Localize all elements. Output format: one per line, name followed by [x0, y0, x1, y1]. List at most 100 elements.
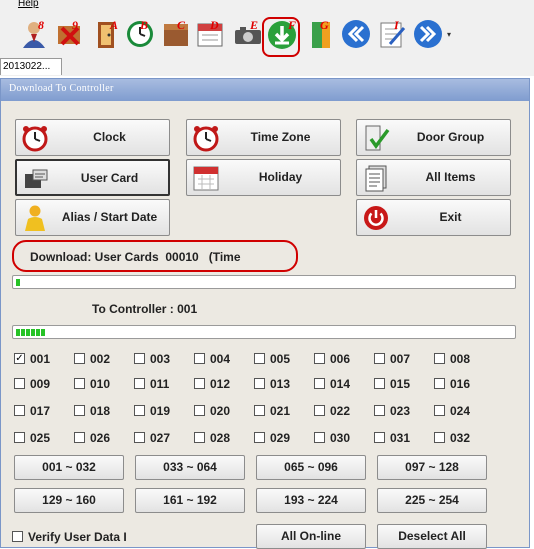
checkbox-box[interactable] [14, 378, 25, 389]
forward-icon[interactable] [412, 18, 444, 50]
alias-start-date-button[interactable]: Alias / Start Date [15, 199, 170, 236]
checkbox-box[interactable] [134, 432, 145, 443]
door-checkbox[interactable]: 024 [434, 404, 494, 418]
checkbox-box[interactable] [434, 378, 445, 389]
checkbox-box[interactable] [374, 432, 385, 443]
checkbox-box[interactable] [374, 378, 385, 389]
checkbox-box[interactable] [194, 353, 205, 364]
back-icon[interactable] [340, 18, 372, 50]
door-range-button[interactable]: 193 ~ 224 [256, 488, 366, 513]
door-checkbox[interactable]: 007 [374, 352, 434, 366]
door-checkbox[interactable]: ✓ 001 [14, 352, 74, 366]
edit-icon[interactable] [376, 18, 408, 50]
door-checkbox[interactable]: 026 [74, 431, 134, 445]
door-checkbox[interactable]: 006 [314, 352, 374, 366]
verify-user-data-checkbox[interactable]: Verify User Data I [12, 530, 212, 544]
menu-help[interactable]: Help [18, 0, 39, 9]
door-checkbox[interactable]: 010 [74, 377, 134, 391]
checkbox-box[interactable] [74, 432, 85, 443]
checkbox-box[interactable] [254, 432, 265, 443]
door-checkbox[interactable]: 008 [434, 352, 494, 366]
checkbox-box[interactable] [314, 405, 325, 416]
checkbox-box[interactable] [374, 405, 385, 416]
door-range-button[interactable]: 129 ~ 160 [14, 488, 124, 513]
door-checkbox[interactable]: 004 [194, 352, 254, 366]
checkbox-box[interactable] [74, 378, 85, 389]
door-checkbox[interactable]: 005 [254, 352, 314, 366]
door-checkbox[interactable]: 022 [314, 404, 374, 418]
door-checkbox[interactable]: 025 [14, 431, 74, 445]
all-online-button[interactable]: All On-line [256, 524, 366, 549]
checkbox-box[interactable] [134, 353, 145, 364]
checkbox-box[interactable] [434, 405, 445, 416]
door-range-button[interactable]: 097 ~ 128 [377, 455, 487, 480]
time-zone-button[interactable]: Time Zone [186, 119, 341, 156]
box-icon[interactable] [160, 18, 192, 50]
door-range-button[interactable]: 225 ~ 254 [377, 488, 487, 513]
all-items-button[interactable]: All Items [356, 159, 511, 196]
checkbox-box[interactable] [314, 432, 325, 443]
door-checkbox[interactable]: 032 [434, 431, 494, 445]
checkbox-box[interactable] [314, 378, 325, 389]
door-checkbox[interactable]: 014 [314, 377, 374, 391]
door-checkbox[interactable]: 011 [134, 377, 194, 391]
door-checkbox[interactable]: 020 [194, 404, 254, 418]
exit-button[interactable]: Exit [356, 199, 511, 236]
door-checkbox-label: 030 [330, 431, 351, 445]
door-checkbox[interactable]: 009 [14, 377, 74, 391]
clock-button[interactable]: Clock [15, 119, 170, 156]
checkbox-box[interactable]: ✓ [14, 353, 25, 364]
checkbox-box[interactable] [314, 353, 325, 364]
checkbox-box[interactable] [194, 432, 205, 443]
delete-icon[interactable] [54, 18, 86, 50]
exit-label: Exit [439, 210, 462, 224]
door-checkbox[interactable]: 023 [374, 404, 434, 418]
door-checkbox[interactable]: 002 [74, 352, 134, 366]
checkbox-box[interactable] [74, 405, 85, 416]
door-checkbox-label: 024 [450, 404, 471, 418]
deselect-all-button[interactable]: Deselect All [377, 524, 487, 549]
checkbox-box[interactable] [434, 353, 445, 364]
user-icon[interactable] [18, 18, 50, 50]
door-checkbox[interactable]: 003 [134, 352, 194, 366]
door-checkbox[interactable]: 031 [374, 431, 434, 445]
document-tab[interactable]: 2013022... [0, 58, 62, 75]
toolbar-overflow-icon[interactable]: ▾ [447, 30, 451, 39]
checkbox-box[interactable] [134, 405, 145, 416]
checkbox-box[interactable] [194, 378, 205, 389]
door-checkbox-label: 032 [450, 431, 471, 445]
door-checkbox[interactable]: 012 [194, 377, 254, 391]
holiday-button[interactable]: Holiday [186, 159, 341, 196]
door-range-button[interactable]: 161 ~ 192 [135, 488, 245, 513]
checkbox-box[interactable] [134, 378, 145, 389]
checkbox-box[interactable] [434, 432, 445, 443]
door-checkbox[interactable]: 028 [194, 431, 254, 445]
checkbox-box[interactable] [254, 405, 265, 416]
checkbox-box[interactable] [14, 405, 25, 416]
checkbox-box[interactable] [12, 531, 23, 542]
checkbox-box[interactable] [14, 432, 25, 443]
checkbox-box[interactable] [194, 405, 205, 416]
door-range-button[interactable]: 001 ~ 032 [14, 455, 124, 480]
door-checkbox[interactable]: 021 [254, 404, 314, 418]
door-checkbox[interactable]: 019 [134, 404, 194, 418]
door-checkbox[interactable]: 013 [254, 377, 314, 391]
door-checkbox[interactable]: 016 [434, 377, 494, 391]
checkbox-box[interactable] [74, 353, 85, 364]
door-checkbox[interactable]: 015 [374, 377, 434, 391]
door-checkbox-label: 026 [90, 431, 111, 445]
door-checkbox[interactable]: 030 [314, 431, 374, 445]
door-range-button[interactable]: 033 ~ 064 [135, 455, 245, 480]
door-checkbox[interactable]: 018 [74, 404, 134, 418]
checkbox-box[interactable] [374, 353, 385, 364]
user-card-button[interactable]: User Card [15, 159, 170, 196]
door-checkbox[interactable]: 029 [254, 431, 314, 445]
checkbox-box[interactable] [254, 353, 265, 364]
door-range-button[interactable]: 065 ~ 096 [256, 455, 366, 480]
checkbox-box[interactable] [254, 378, 265, 389]
toolbar-marker: 9 [72, 18, 78, 32]
door-group-button[interactable]: Door Group [356, 119, 511, 156]
door-checkbox[interactable]: 017 [14, 404, 74, 418]
camera-icon[interactable] [232, 18, 264, 50]
door-checkbox[interactable]: 027 [134, 431, 194, 445]
